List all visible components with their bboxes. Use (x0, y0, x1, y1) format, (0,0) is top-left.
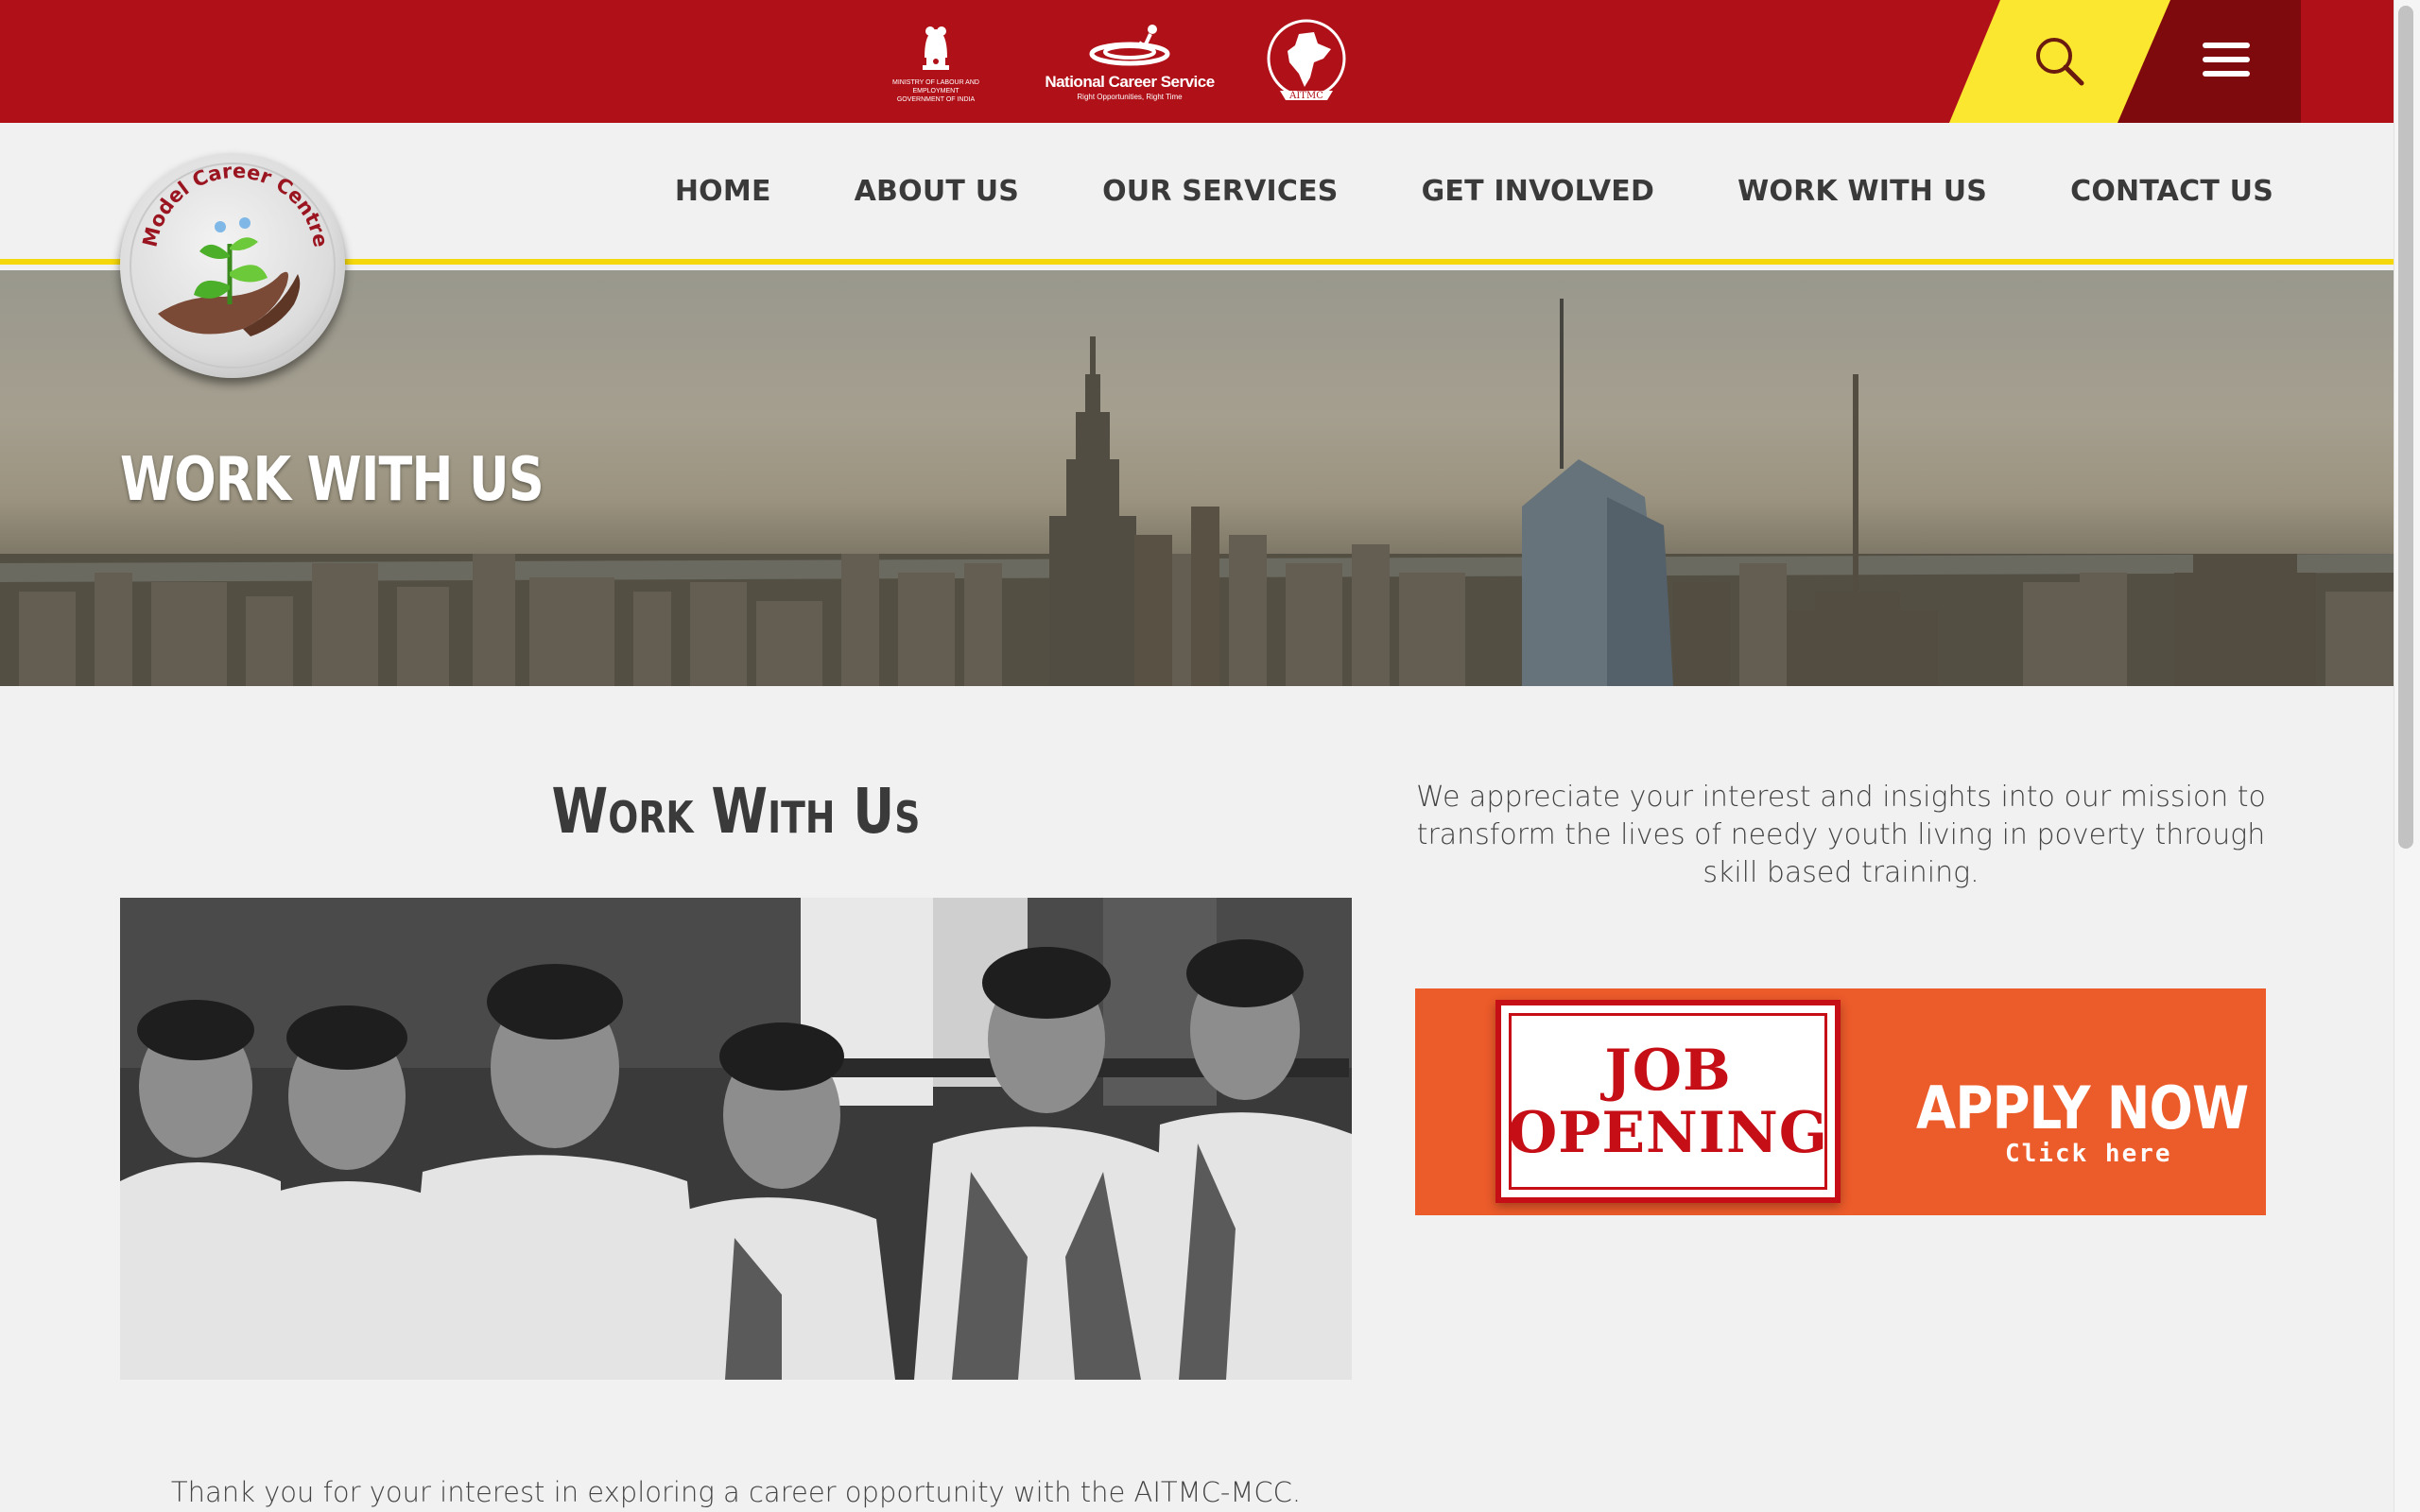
nav-menu: HOME ABOUT US OUR SERVICES GET INVOLVED … (592, 175, 2273, 208)
nav-work-with-us[interactable]: WORK WITH US (1737, 175, 1987, 208)
section-title: Work With Us (551, 775, 921, 848)
ncs-tagline: Right Opportunities, Right Time (1077, 93, 1183, 101)
nav-get-involved[interactable]: GET INVOLVED (1422, 175, 1655, 208)
thanks-paragraph: Thank you for your interest in exploring… (170, 1476, 1302, 1508)
aitmc-india-map-icon: AITMC (1267, 19, 1346, 101)
search-icon[interactable] (2032, 34, 2085, 87)
intro-paragraph: We appreciate your interest and insights… (1416, 781, 2266, 889)
nav-our-services[interactable]: OUR SERVICES (1102, 175, 1339, 208)
nav-about-us[interactable]: ABOUT US (855, 175, 1019, 208)
aitmc-label: AITMC (1288, 91, 1323, 101)
job-opening-apply-banner[interactable]: JOB OPENING APPLY NOW Click here (1415, 988, 2266, 1215)
nav-contact-us[interactable]: CONTACT US (2070, 175, 2273, 208)
aitmc-logo[interactable]: AITMC (1250, 8, 1363, 116)
job-label: JOB (1604, 1037, 1732, 1104)
emblem-icon (923, 26, 949, 70)
job-opening-card: JOB OPENING (1495, 1000, 1841, 1203)
apply-now-label: APPLY NOW (1916, 1074, 2249, 1143)
click-here-label: Click here (2005, 1140, 2172, 1168)
scrollbar-thumb[interactable] (2398, 6, 2413, 849)
logo-artwork: Model Career Centre (138, 160, 332, 336)
main-navbar: HOME ABOUT US OUR SERVICES GET INVOLVED … (0, 123, 2394, 265)
emblem-caption: MINISTRY OF LABOUR AND EMPLOYMENT GOVERN… (892, 79, 979, 103)
government-logos: MINISTRY OF LABOUR AND EMPLOYMENT GOVERN… (879, 8, 1371, 116)
ncs-swirl-icon (1089, 25, 1170, 66)
logo-ring-text: Model Career Centre (138, 160, 332, 249)
hero-title: WORK WITH US (120, 445, 544, 515)
nav-home[interactable]: HOME (675, 175, 771, 208)
ministry-emblem-logo[interactable]: MINISTRY OF LABOUR AND EMPLOYMENT GOVERN… (879, 8, 993, 116)
model-career-centre-logo[interactable]: Model Career Centre (120, 153, 345, 378)
hamburger-menu-icon[interactable] (2203, 43, 2250, 80)
opening-label: OPENING (1507, 1099, 1829, 1166)
ncs-logo[interactable]: National Career Service Right Opportunit… (1045, 8, 1215, 116)
hero-banner: WORK WITH US (0, 270, 2394, 686)
ncs-title: National Career Service (1045, 73, 1215, 91)
students-group-image (120, 898, 1352, 1380)
students-photo (120, 898, 1352, 1380)
